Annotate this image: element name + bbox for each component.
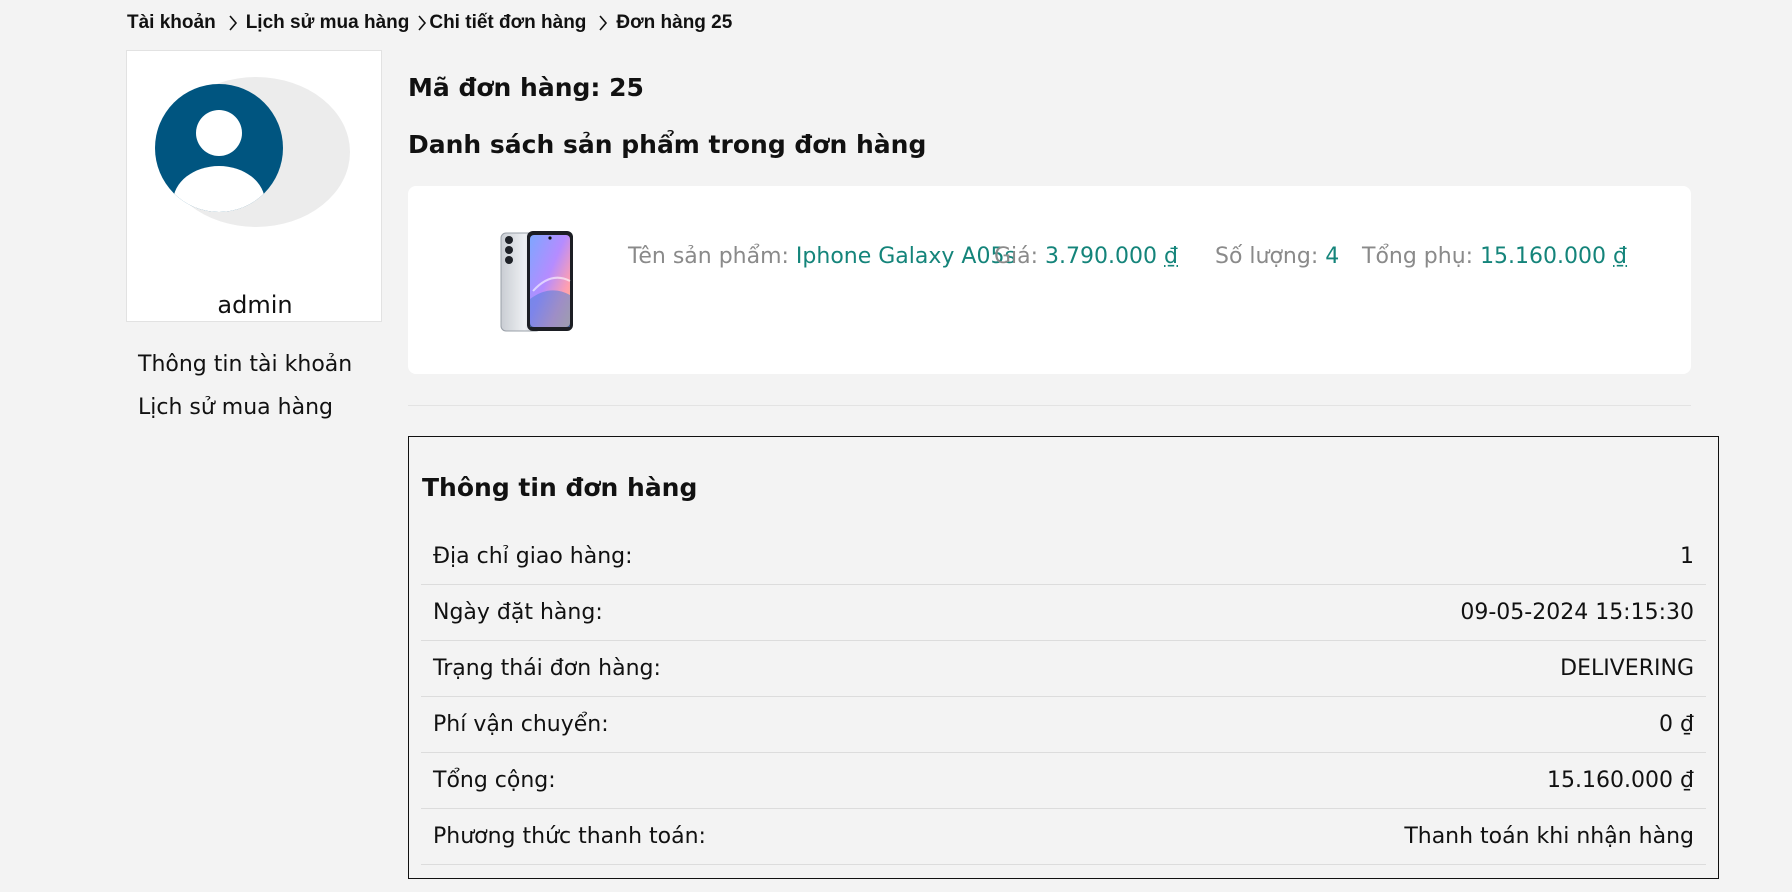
product-quantity-value: 4: [1325, 244, 1340, 269]
product-name-value[interactable]: Iphone Galaxy A05s: [796, 244, 1016, 269]
product-item-card: Tên sản phẩm: Iphone Galaxy A05s Giá: 3.…: [408, 186, 1691, 374]
sidebar-item-account-info[interactable]: Thông tin tài khoản: [138, 348, 352, 391]
product-price-value: 3.790.000 ₫: [1045, 244, 1178, 269]
product-price: Giá: 3.790.000 ₫: [994, 244, 1178, 269]
order-id-heading: Mã đơn hàng: 25: [408, 73, 644, 102]
sidebar-item-purchase-history[interactable]: Lịch sử mua hàng: [138, 391, 352, 434]
product-subtotal-value: 15.160.000 ₫: [1480, 244, 1627, 269]
order-date-value: 09-05-2024 15:15:30: [1460, 600, 1694, 625]
product-price-label: Giá:: [994, 244, 1046, 269]
product-list-heading: Danh sách sản phẩm trong đơn hàng: [408, 130, 927, 159]
table-row: Địa chỉ giao hàng: 1: [421, 529, 1706, 585]
shipping-address-value: 1: [1680, 544, 1694, 569]
product-subtotal: Tổng phụ: 15.160.000 ₫: [1362, 244, 1627, 269]
product-name-label: Tên sản phẩm:: [628, 244, 796, 269]
price-amount: 3.790.000: [1045, 244, 1158, 269]
product-name: Tên sản phẩm: Iphone Galaxy A05s: [628, 244, 1016, 269]
breadcrumb-current: Đơn hàng 25: [616, 12, 733, 33]
product-quantity: Số lượng: 4: [1215, 244, 1339, 269]
currency-symbol: ₫: [1164, 244, 1179, 269]
username: admin: [217, 291, 293, 319]
breadcrumb-order-detail-link[interactable]: Chi tiết đơn hàng: [429, 12, 586, 34]
table-row: Tổng cộng: 15.160.000 ₫: [421, 753, 1706, 809]
order-total-value: 15.160.000 ₫: [1547, 768, 1694, 793]
product-subtotal-label: Tổng phụ:: [1362, 244, 1481, 269]
product-image: [500, 231, 573, 332]
product-quantity-label: Số lượng:: [1215, 244, 1326, 269]
breadcrumb-history-link[interactable]: Lịch sử mua hàng: [246, 12, 410, 34]
order-status-label: Trạng thái đơn hàng:: [433, 656, 661, 681]
order-info-title: Thông tin đơn hàng: [422, 473, 698, 502]
table-row: Trạng thái đơn hàng: DELIVERING: [421, 641, 1706, 697]
order-total-label: Tổng cộng:: [433, 768, 556, 793]
shipping-address-label: Địa chỉ giao hàng:: [433, 544, 633, 569]
user-avatar-icon: [155, 84, 283, 212]
shipping-fee-label: Phí vận chuyển:: [433, 712, 609, 737]
table-row: Phương thức thanh toán: Thanh toán khi n…: [421, 809, 1706, 865]
subtotal-amount: 15.160.000: [1480, 244, 1607, 269]
chevron-right-icon: [417, 15, 427, 31]
breadcrumb: Tài khoản Lịch sử mua hàng Chi tiết đơn …: [127, 10, 732, 36]
table-row: Phí vận chuyển: 0 ₫: [421, 697, 1706, 753]
breadcrumb-account-link[interactable]: Tài khoản: [127, 12, 216, 34]
currency-symbol: ₫: [1613, 244, 1628, 269]
section-divider: [408, 405, 1691, 406]
order-status-value: DELIVERING: [1560, 656, 1694, 681]
order-info-table: Địa chỉ giao hàng: 1 Ngày đặt hàng: 09-0…: [421, 529, 1706, 865]
chevron-right-icon: [228, 15, 238, 31]
order-date-label: Ngày đặt hàng:: [433, 600, 603, 625]
account-sidebar-menu: Thông tin tài khoản Lịch sử mua hàng: [138, 348, 352, 434]
payment-method-label: Phương thức thanh toán:: [433, 824, 706, 849]
shipping-fee-value: 0 ₫: [1659, 712, 1694, 737]
table-row: Ngày đặt hàng: 09-05-2024 15:15:30: [421, 585, 1706, 641]
order-info-panel: Thông tin đơn hàng Địa chỉ giao hàng: 1 …: [408, 436, 1719, 879]
payment-method-value: Thanh toán khi nhận hàng: [1404, 824, 1694, 849]
chevron-right-icon: [598, 15, 608, 31]
